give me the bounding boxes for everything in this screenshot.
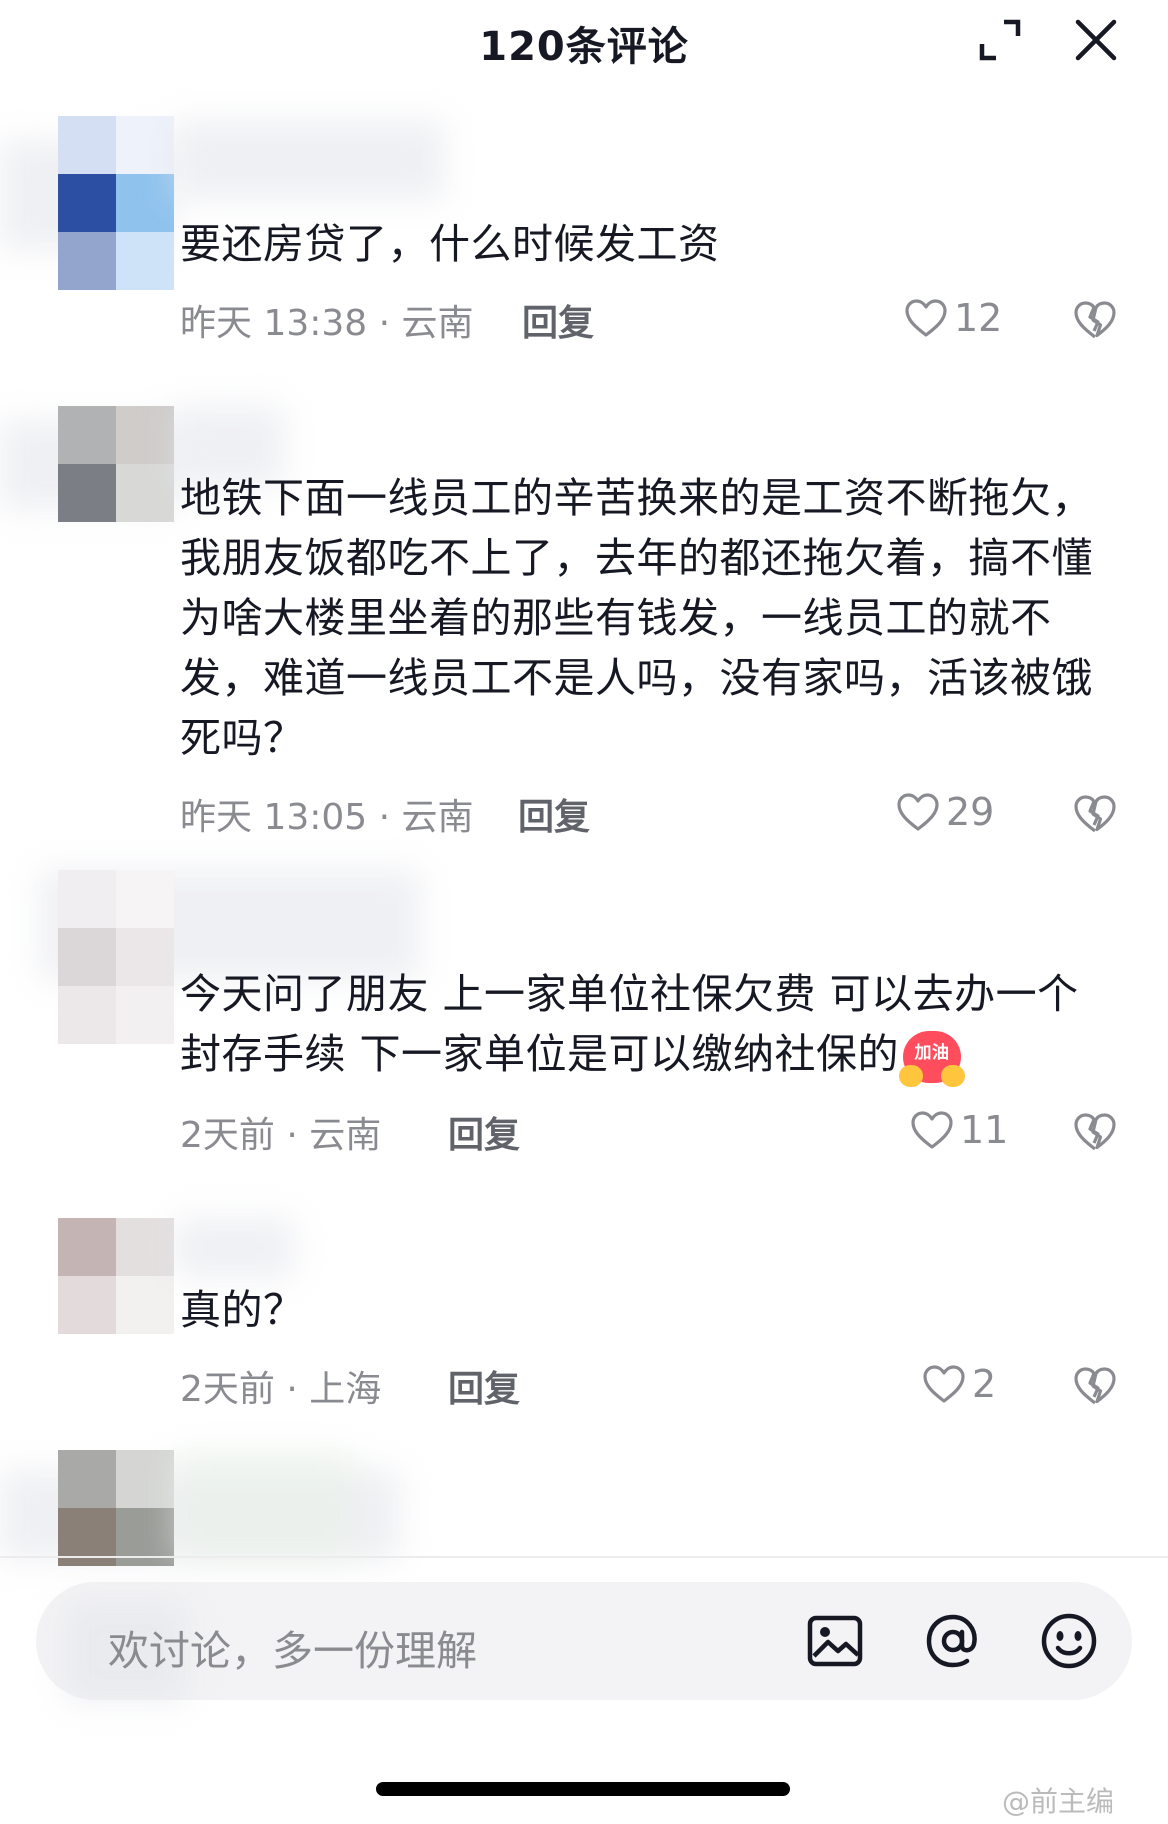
at-icon — [926, 1614, 977, 1668]
home-indicator[interactable] — [376, 1782, 790, 1796]
avatar-pixel — [58, 1450, 116, 1508]
comment-item — [0, 0, 1168, 1566]
image-icon — [807, 1615, 863, 1667]
watermark: @前主编 — [1002, 1785, 1115, 1818]
comment-input-bar[interactable]: 欢讨论，多一份理解 — [36, 1582, 1132, 1702]
emoji-icon — [1041, 1613, 1097, 1669]
comment-input-placeholder[interactable]: 欢讨论，多一份理解 — [108, 1617, 477, 1677]
mention-button[interactable] — [920, 1608, 986, 1674]
image-button[interactable] — [802, 1608, 868, 1674]
divider — [0, 1556, 1168, 1558]
emoji-button[interactable] — [1036, 1608, 1102, 1674]
avatar[interactable] — [58, 1450, 174, 1566]
avatar-pixel — [116, 1450, 174, 1508]
